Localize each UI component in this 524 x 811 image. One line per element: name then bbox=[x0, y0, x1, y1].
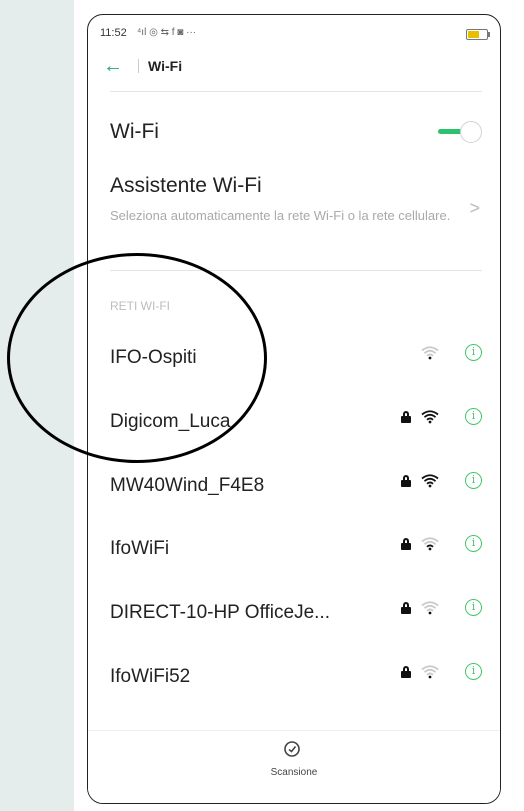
wifi-signal-icon bbox=[421, 665, 439, 679]
wifi-signal-icon bbox=[421, 537, 439, 551]
info-icon[interactable]: i bbox=[465, 599, 482, 616]
wifi-toggle-label: Wi-Fi bbox=[110, 120, 159, 143]
wifi-toggle-row[interactable]: Wi-Fi bbox=[110, 117, 482, 147]
info-icon[interactable]: i bbox=[465, 344, 482, 361]
info-icon[interactable]: i bbox=[465, 535, 482, 552]
info-icon[interactable]: i bbox=[465, 663, 482, 680]
network-row[interactable]: IfoWiFi52 i bbox=[110, 658, 482, 698]
wifi-signal-icon bbox=[421, 601, 439, 615]
lock-icon bbox=[401, 538, 411, 550]
toolbar-separator bbox=[138, 59, 139, 73]
network-row[interactable]: IFO-Ospiti i bbox=[110, 339, 482, 379]
chevron-right-icon: > bbox=[469, 198, 480, 218]
toolbar: ← Wi-Fi bbox=[100, 53, 488, 81]
network-row[interactable]: MW40Wind_F4E8 i bbox=[110, 467, 482, 507]
bottom-bar: Scansione bbox=[88, 730, 500, 803]
wifi-assistant-title: Assistente Wi-Fi bbox=[110, 174, 262, 197]
network-row[interactable]: IfoWiFi i bbox=[110, 530, 482, 570]
scan-button[interactable]: Scansione bbox=[88, 767, 500, 778]
wifi-toggle-switch[interactable] bbox=[438, 121, 482, 143]
arrow-left-icon[interactable]: ← bbox=[103, 53, 123, 79]
wifi-signal-icon bbox=[421, 474, 439, 488]
battery-icon bbox=[466, 29, 490, 40]
lock-icon bbox=[401, 602, 411, 614]
background-left-band bbox=[0, 0, 74, 811]
lock-icon bbox=[401, 475, 411, 487]
network-name: Digicom_Luca bbox=[110, 411, 231, 432]
network-name: IfoWiFi52 bbox=[110, 666, 191, 687]
networks-section-header: RETI WI-FI bbox=[110, 299, 170, 313]
info-icon[interactable]: i bbox=[465, 408, 482, 425]
wifi-signal-icon bbox=[421, 410, 439, 424]
page-title: Wi-Fi bbox=[148, 58, 183, 74]
info-icon[interactable]: i bbox=[465, 472, 482, 489]
status-time: 11:52 bbox=[100, 27, 127, 39]
lock-icon bbox=[401, 411, 411, 423]
lock-icon bbox=[401, 666, 411, 678]
network-row[interactable]: DIRECT-10-HP OfficeJe... i bbox=[110, 594, 482, 634]
network-name: MW40Wind_F4E8 bbox=[110, 475, 265, 496]
wifi-signal-icon bbox=[421, 346, 439, 360]
network-row[interactable]: Digicom_Luca i bbox=[110, 403, 482, 443]
divider bbox=[110, 91, 482, 92]
network-name: IfoWiFi bbox=[110, 538, 170, 559]
status-bar: 11:52 ⁴ıl ◎ ⇆ f ◙ ··· bbox=[100, 27, 490, 43]
status-icons: ⁴ıl ◎ ⇆ f ◙ ··· bbox=[137, 27, 197, 38]
scan-icon[interactable] bbox=[283, 740, 301, 758]
network-name: IFO-Ospiti bbox=[110, 347, 197, 368]
network-name: DIRECT-10-HP OfficeJe... bbox=[110, 602, 330, 623]
divider bbox=[110, 270, 482, 271]
phone-screen: 11:52 ⁴ıl ◎ ⇆ f ◙ ··· ← Wi-Fi Wi-Fi Assi… bbox=[87, 14, 501, 804]
wifi-assistant-row[interactable]: Assistente Wi-Fi Seleziona automaticamen… bbox=[110, 171, 482, 251]
wifi-assistant-description: Seleziona automaticamente la rete Wi-Fi … bbox=[110, 208, 451, 223]
